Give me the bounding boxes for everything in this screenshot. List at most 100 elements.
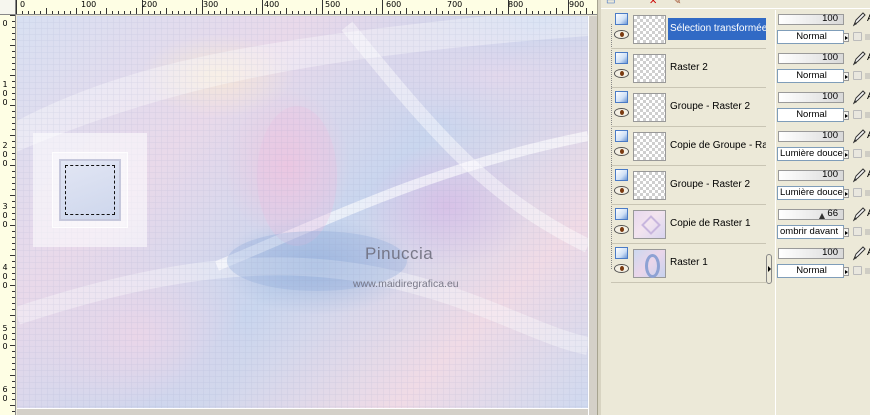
eye-icon[interactable] (614, 108, 629, 117)
ruler-tick (304, 11, 305, 14)
expand-arrow-icon[interactable] (766, 254, 772, 284)
lock-icon[interactable] (853, 227, 862, 236)
ruler-label: 3 0 0 (2, 202, 8, 229)
ruler-label: 100 (81, 0, 97, 9)
blend-mode-select[interactable]: Lumière douce (777, 147, 844, 161)
link-icon[interactable] (865, 34, 870, 40)
blend-mode-select[interactable]: ombrir davant (777, 225, 844, 239)
ruler-tick (430, 11, 431, 14)
canvas-horizontal-scrollbar[interactable] (17, 408, 588, 415)
ruler-tick (514, 11, 515, 14)
layer-name[interactable]: Copie de Groupe - Rast (668, 135, 766, 157)
image-canvas[interactable]: Pinuccia www.maidiregrafica.eu (17, 16, 588, 408)
slider-knob[interactable] (818, 213, 825, 219)
layer-row[interactable]: Copie de Groupe - Rast (611, 127, 766, 166)
layer-name[interactable]: Groupe - Raster 2 (668, 96, 766, 118)
layer-row[interactable]: Raster 1 (611, 244, 766, 283)
blend-mode-select[interactable]: Normal (777, 69, 844, 83)
layer-name[interactable]: Copie de Raster 1 (668, 213, 766, 235)
lock-icon[interactable] (853, 188, 862, 197)
eye-icon[interactable] (614, 147, 629, 156)
link-icon[interactable] (865, 268, 870, 274)
blend-mode-select[interactable]: Normal (777, 264, 844, 278)
link-icon[interactable] (865, 151, 870, 157)
layer-row[interactable]: Sélection transformée (611, 10, 766, 49)
ruler-label: 200 (142, 0, 158, 9)
brush-icon[interactable] (851, 246, 866, 261)
brush-icon[interactable] (851, 90, 866, 105)
layer-name[interactable]: Raster 2 (668, 57, 766, 79)
brush-icon[interactable] (851, 168, 866, 183)
opacity-value: 66 (827, 208, 838, 219)
blend-mode-arrow-icon[interactable] (843, 72, 849, 81)
ruler-tick (76, 8, 77, 14)
layer-name[interactable]: Raster 1 (668, 252, 766, 274)
lock-icon[interactable] (853, 149, 862, 158)
eye-icon[interactable] (614, 69, 629, 78)
blend-mode-select[interactable]: Normal (777, 108, 844, 122)
ruler-tick (12, 351, 15, 352)
eye-icon[interactable] (614, 264, 629, 273)
lock-icon[interactable] (853, 266, 862, 275)
link-icon[interactable] (865, 73, 870, 79)
blend-mode-arrow-icon[interactable] (843, 267, 849, 276)
lock-icon[interactable] (853, 32, 862, 41)
opacity-slider[interactable]: 100 (778, 169, 844, 181)
delete-layer-icon[interactable]: ✕ (649, 0, 657, 7)
ruler-tick (82, 11, 83, 14)
opacity-slider[interactable]: 100 (778, 52, 844, 64)
new-layer-icon[interactable]: ▭ (606, 0, 615, 7)
eye-icon[interactable] (614, 225, 629, 234)
link-icon[interactable] (865, 190, 870, 196)
opacity-slider[interactable]: 66 (778, 208, 844, 220)
ruler-tick (12, 309, 15, 310)
canvas-vertical-scrollbar[interactable] (588, 16, 597, 415)
lock-icon[interactable] (853, 71, 862, 80)
lock-icon[interactable] (853, 110, 862, 119)
brush-icon[interactable] (851, 12, 866, 27)
ruler-tick (10, 15, 15, 16)
layer-name[interactable]: Groupe - Raster 2 (668, 174, 766, 196)
ruler-tick (448, 11, 449, 14)
ruler-tick (10, 165, 15, 166)
eye-icon[interactable] (614, 186, 629, 195)
horizontal-ruler: 0 100 200 300 400 500 600 700 800 900 (16, 0, 597, 15)
blend-mode-select[interactable]: Normal (777, 30, 844, 44)
eye-icon[interactable] (614, 30, 629, 39)
selection-marquee[interactable] (65, 165, 115, 215)
ruler-tick (12, 111, 15, 112)
ruler-tick (580, 11, 581, 14)
layer-row[interactable]: Groupe - Raster 2 (611, 166, 766, 205)
ruler-label: 5 0 0 (2, 324, 8, 351)
link-icon[interactable] (865, 112, 870, 118)
opacity-slider[interactable]: 100 (778, 91, 844, 103)
layer-row[interactable]: Copie de Raster 1 (611, 205, 766, 244)
ruler-tick (12, 327, 15, 328)
ruler-tick (12, 213, 15, 214)
blend-mode-arrow-icon[interactable] (843, 111, 849, 120)
blend-mode-arrow-icon[interactable] (843, 189, 849, 198)
brush-icon[interactable] (851, 129, 866, 144)
layer-row[interactable]: Raster 2 (611, 49, 766, 88)
brush-icon[interactable] (851, 207, 866, 222)
ruler-tick (12, 141, 15, 142)
blend-mode-arrow-icon[interactable] (843, 228, 849, 237)
opacity-slider[interactable]: 100 (778, 130, 844, 142)
layer-row[interactable]: Groupe - Raster 2 (611, 88, 766, 127)
ruler-tick (388, 11, 389, 14)
edit-icon[interactable]: ✎ (673, 0, 681, 7)
blend-mode-arrow-icon[interactable] (843, 150, 849, 159)
opacity-slider[interactable]: 100 (778, 247, 844, 259)
ruler-tick (226, 8, 227, 14)
layers-toolbar: ▭ ✕ ✎ (601, 0, 870, 9)
ruler-tick (12, 381, 15, 382)
ruler-tick (178, 11, 179, 14)
link-icon[interactable] (865, 229, 870, 235)
layer-name[interactable]: Sélection transformée (668, 18, 766, 40)
ruler-tick (12, 207, 15, 208)
blend-mode-select[interactable]: Lumière douce (777, 186, 844, 200)
brush-icon[interactable] (851, 51, 866, 66)
opacity-slider[interactable]: 100 (778, 13, 844, 25)
blend-mode-arrow-icon[interactable] (843, 33, 849, 42)
ruler-tick (574, 11, 575, 14)
